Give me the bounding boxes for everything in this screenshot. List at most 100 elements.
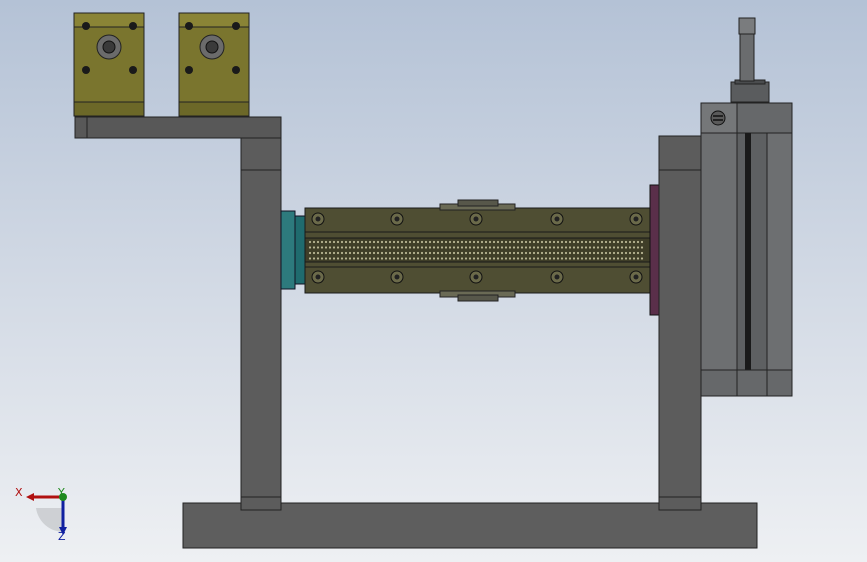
- rail-hole: [348, 257, 352, 260]
- rail-hole: [636, 251, 640, 255]
- rail-hole: [416, 240, 420, 244]
- rail-hole: [488, 246, 492, 249]
- rail-hole: [308, 257, 312, 260]
- rail-hole: [312, 246, 316, 249]
- rail-hole: [636, 257, 640, 260]
- rail-hole: [576, 257, 580, 260]
- rail-hole: [432, 251, 436, 255]
- rail-hole: [628, 240, 632, 244]
- rail-hole: [336, 246, 340, 249]
- rail-hole: [464, 240, 468, 244]
- rail-hole: [336, 251, 340, 255]
- assembly-drawing[interactable]: [0, 0, 867, 562]
- rail-hole: [460, 246, 464, 249]
- rail-hole: [388, 251, 392, 255]
- linear-rail[interactable]: [304, 207, 651, 294]
- rail-hole: [336, 257, 340, 260]
- rail-hole: [484, 246, 488, 249]
- rail-hole: [320, 251, 324, 255]
- rail-hole: [544, 240, 548, 244]
- rail-hole: [404, 246, 408, 249]
- rail-hole: [368, 240, 372, 244]
- rail-hole: [536, 257, 540, 260]
- rail-hole: [472, 257, 476, 260]
- rail-hole: [524, 251, 528, 255]
- rail-hole: [444, 240, 448, 244]
- rail-hole: [360, 246, 364, 249]
- piston-rod[interactable]: [730, 17, 770, 103]
- motor-housing[interactable]: [700, 102, 793, 397]
- rail-hole: [532, 246, 536, 249]
- rail-hole: [464, 257, 468, 260]
- sensor-block-left[interactable]: [73, 12, 145, 117]
- rail-hole: [524, 257, 528, 260]
- sensor-block-right[interactable]: [178, 12, 250, 117]
- rail-hole: [484, 257, 488, 260]
- rail-hole: [536, 251, 540, 255]
- rail-hole: [492, 251, 496, 255]
- right-upright[interactable]: [658, 135, 702, 511]
- rail-hole: [380, 246, 384, 249]
- rail-hole: [460, 240, 464, 244]
- rail-hole: [440, 251, 444, 255]
- rail-hole: [436, 246, 440, 249]
- rail-hole: [604, 251, 608, 255]
- rail-hole: [580, 251, 584, 255]
- rail-hole: [552, 240, 556, 244]
- rail-hole: [424, 257, 428, 260]
- cad-viewport[interactable]: X Y Z: [0, 0, 867, 562]
- rail-hole: [400, 246, 404, 249]
- rail-hole: [628, 246, 632, 249]
- left-upright[interactable]: [240, 135, 282, 511]
- rail-hole: [376, 251, 380, 255]
- rail-hole: [480, 240, 484, 244]
- rail-hole: [540, 246, 544, 249]
- rail-hole: [364, 240, 368, 244]
- rail-hole: [352, 251, 356, 255]
- rail-hole: [456, 251, 460, 255]
- rail-hole: [580, 246, 584, 249]
- rail-hole: [312, 251, 316, 255]
- rail-hole: [412, 240, 416, 244]
- rail-hole: [564, 240, 568, 244]
- top-shelf[interactable]: [74, 116, 282, 139]
- rail-bolt-socket: [554, 216, 560, 222]
- rail-hole: [416, 257, 420, 260]
- rail-hole: [572, 240, 576, 244]
- rail-hole: [456, 240, 460, 244]
- rail-hole: [432, 240, 436, 244]
- rail-hole: [480, 246, 484, 249]
- rail-hole: [344, 257, 348, 260]
- rail-hole: [308, 251, 312, 255]
- rail-hole: [476, 246, 480, 249]
- rail-hole: [468, 246, 472, 249]
- rail-hole: [344, 246, 348, 249]
- rail-hole: [640, 251, 644, 255]
- rail-hole: [552, 257, 556, 260]
- rail-hole: [516, 240, 520, 244]
- rail-hole: [420, 251, 424, 255]
- rail-hole: [328, 257, 332, 260]
- rail-hole: [368, 251, 372, 255]
- rail-hole: [384, 246, 388, 249]
- rail-hole: [596, 251, 600, 255]
- rail-hole: [456, 257, 460, 260]
- rail-hole: [556, 257, 560, 260]
- rail-bolt-socket: [633, 274, 639, 280]
- rail-hole: [460, 251, 464, 255]
- rail-hole: [600, 257, 604, 260]
- rail-hole: [356, 240, 360, 244]
- rail-hole: [548, 257, 552, 260]
- rail-hole: [540, 251, 544, 255]
- rail-hole: [392, 246, 396, 249]
- rail-hole: [340, 246, 344, 249]
- coupling[interactable]: [280, 210, 306, 290]
- rail-hole: [364, 257, 368, 260]
- rail-hole: [532, 240, 536, 244]
- rail-hole: [548, 246, 552, 249]
- rail-hole: [380, 240, 384, 244]
- rail-hole: [572, 251, 576, 255]
- rail-hole: [408, 246, 412, 249]
- rail-hole: [472, 251, 476, 255]
- rail-hole: [640, 246, 644, 249]
